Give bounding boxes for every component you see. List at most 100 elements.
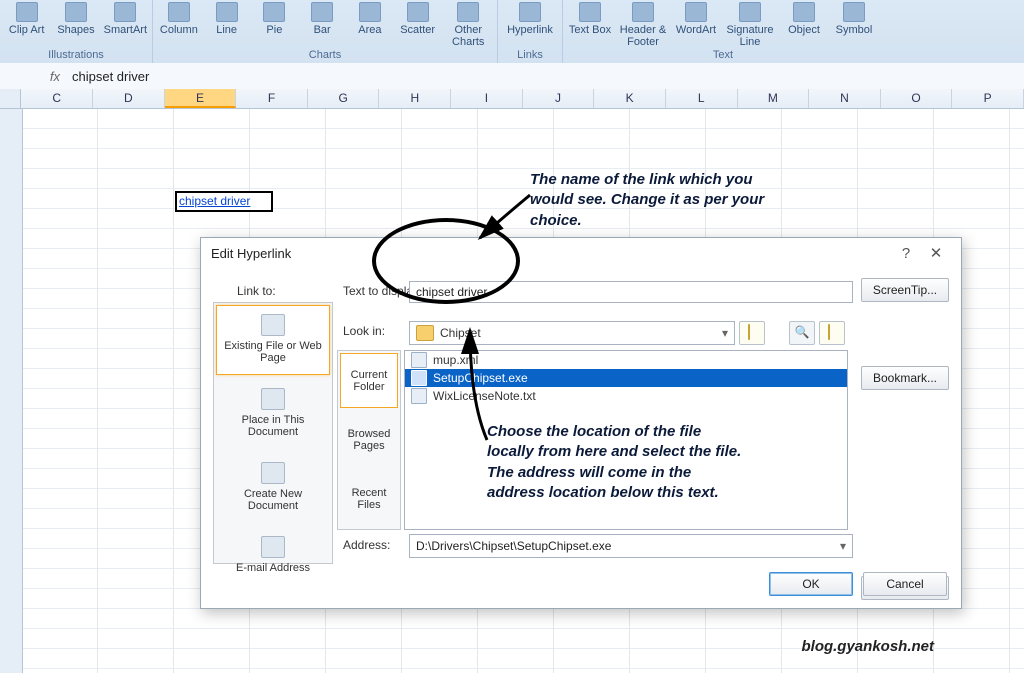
dialog-title: Edit Hyperlink [211,246,291,261]
column-header-K[interactable]: K [594,89,666,108]
ribbon-column[interactable]: Column [155,0,203,36]
link-dest-create-new[interactable]: Create New Document [216,453,330,523]
column-chart-icon [168,2,190,22]
file-item[interactable]: WixLicenseNote.txt [405,387,847,405]
fx-icon[interactable]: fx [0,69,66,84]
ribbon-group-label: Illustrations [0,49,152,63]
hyperlink-icon [519,2,541,22]
look-in-dropdown[interactable]: Chipset [409,321,735,345]
file-item[interactable]: mup.xml [405,351,847,369]
column-header-O[interactable]: O [881,89,953,108]
address-combobox[interactable]: D:\Drivers\Chipset\SetupChipset.exe [409,534,853,558]
ribbon-shapes[interactable]: Shapes [51,0,100,36]
column-header-I[interactable]: I [451,89,523,108]
txt-file-icon [411,388,427,404]
line-chart-icon [216,2,238,22]
signature-icon [739,2,761,22]
address-label: Address: [343,538,390,552]
browse-mode-list: Current Folder Browsed Pages Recent File… [337,350,401,530]
column-header-D[interactable]: D [93,89,165,108]
smartart-icon [114,2,136,22]
ok-button[interactable]: OK [769,572,853,596]
ribbon-smartart[interactable]: SmartArt [101,0,150,36]
pie-chart-icon [263,2,285,22]
document-bookmark-icon [261,388,285,410]
ribbon-group-label: Charts [153,49,497,63]
ribbon-bar[interactable]: Bar [298,0,346,36]
ribbon-other-charts[interactable]: Other Charts [442,0,495,48]
row-headers [0,109,23,673]
wordart-icon [685,2,707,22]
ribbon-group-label: Links [498,49,562,63]
file-item-selected[interactable]: SetupChipset.exe [405,369,847,387]
bar-chart-icon [311,2,333,22]
ribbon: Clip Art Shapes SmartArt Illustrations C… [0,0,1024,64]
link-to-list: Existing File or Web Page Place in This … [213,302,333,564]
annotation-top: The name of the link which you would see… [530,170,790,231]
link-to-label: Link to: [237,284,276,298]
column-header-J[interactable]: J [523,89,595,108]
browse-file-button[interactable] [819,321,845,345]
column-header-N[interactable]: N [809,89,881,108]
object-icon [793,2,815,22]
column-header-M[interactable]: M [738,89,810,108]
dialog-help-button[interactable]: ? [891,245,921,262]
ribbon-clip-art[interactable]: Clip Art [2,0,51,36]
ribbon-symbol[interactable]: Symbol [829,0,879,36]
symbol-icon [843,2,865,22]
link-dest-place-in-doc[interactable]: Place in This Document [216,379,330,449]
scatter-chart-icon [407,2,429,22]
address-value: D:\Drivers\Chipset\SetupChipset.exe [416,539,611,553]
column-header-H[interactable]: H [379,89,451,108]
ribbon-pie[interactable]: Pie [251,0,299,36]
other-charts-icon [457,2,479,22]
column-header-F[interactable]: F [236,89,308,108]
link-dest-existing-file[interactable]: Existing File or Web Page [216,305,330,375]
ribbon-text-box[interactable]: Text Box [565,0,615,36]
dialog-titlebar: Edit Hyperlink ? ✕ [201,238,961,268]
folder-open-icon [828,324,830,340]
link-dest-email[interactable]: E-mail Address [216,527,330,585]
browse-web-button[interactable]: 🔍 [789,321,815,345]
ribbon-object[interactable]: Object [779,0,829,36]
folder-up-icon [748,324,750,340]
formula-input[interactable] [66,65,1024,87]
exe-file-icon [411,370,427,386]
up-one-level-button[interactable] [739,321,765,345]
select-all-corner[interactable] [0,89,21,108]
ribbon-area[interactable]: Area [346,0,394,36]
column-header-L[interactable]: L [666,89,738,108]
column-headers: CDEFGHIJKLMNOP [0,89,1024,109]
clip-art-icon [16,2,38,22]
column-header-P[interactable]: P [952,89,1024,108]
ribbon-wordart[interactable]: WordArt [671,0,721,36]
cancel-button[interactable]: Cancel [863,572,947,596]
look-in-value: Chipset [440,326,481,340]
look-in-label: Look in: [343,324,385,338]
ribbon-hyperlink[interactable]: Hyperlink [500,0,560,36]
browse-recent-files[interactable]: Recent Files [340,472,398,527]
formula-bar: fx [0,63,1024,90]
header-footer-icon [632,2,654,22]
text-to-display-input[interactable] [409,281,853,303]
dialog-close-button[interactable]: ✕ [921,244,951,262]
xml-file-icon [411,352,427,368]
browse-current-folder[interactable]: Current Folder [340,353,398,408]
folder-icon [416,325,434,341]
globe-page-icon [261,314,285,336]
shapes-icon [65,2,87,22]
screentip-button[interactable]: ScreenTip... [861,278,949,302]
bookmark-button[interactable]: Bookmark... [861,366,949,390]
email-icon [261,536,285,558]
ribbon-scatter[interactable]: Scatter [394,0,442,36]
ribbon-header-footer[interactable]: Header & Footer [615,0,671,48]
column-header-C[interactable]: C [21,89,93,108]
column-header-G[interactable]: G [308,89,380,108]
ribbon-signature-line[interactable]: Signature Line [721,0,779,48]
column-header-E[interactable]: E [165,89,237,108]
browse-browsed-pages[interactable]: Browsed Pages [340,412,398,467]
ribbon-line[interactable]: Line [203,0,251,36]
new-document-icon [261,462,285,484]
watermark: blog.gyankosh.net [801,638,934,655]
cell-hyperlink[interactable]: chipset driver [175,191,273,212]
